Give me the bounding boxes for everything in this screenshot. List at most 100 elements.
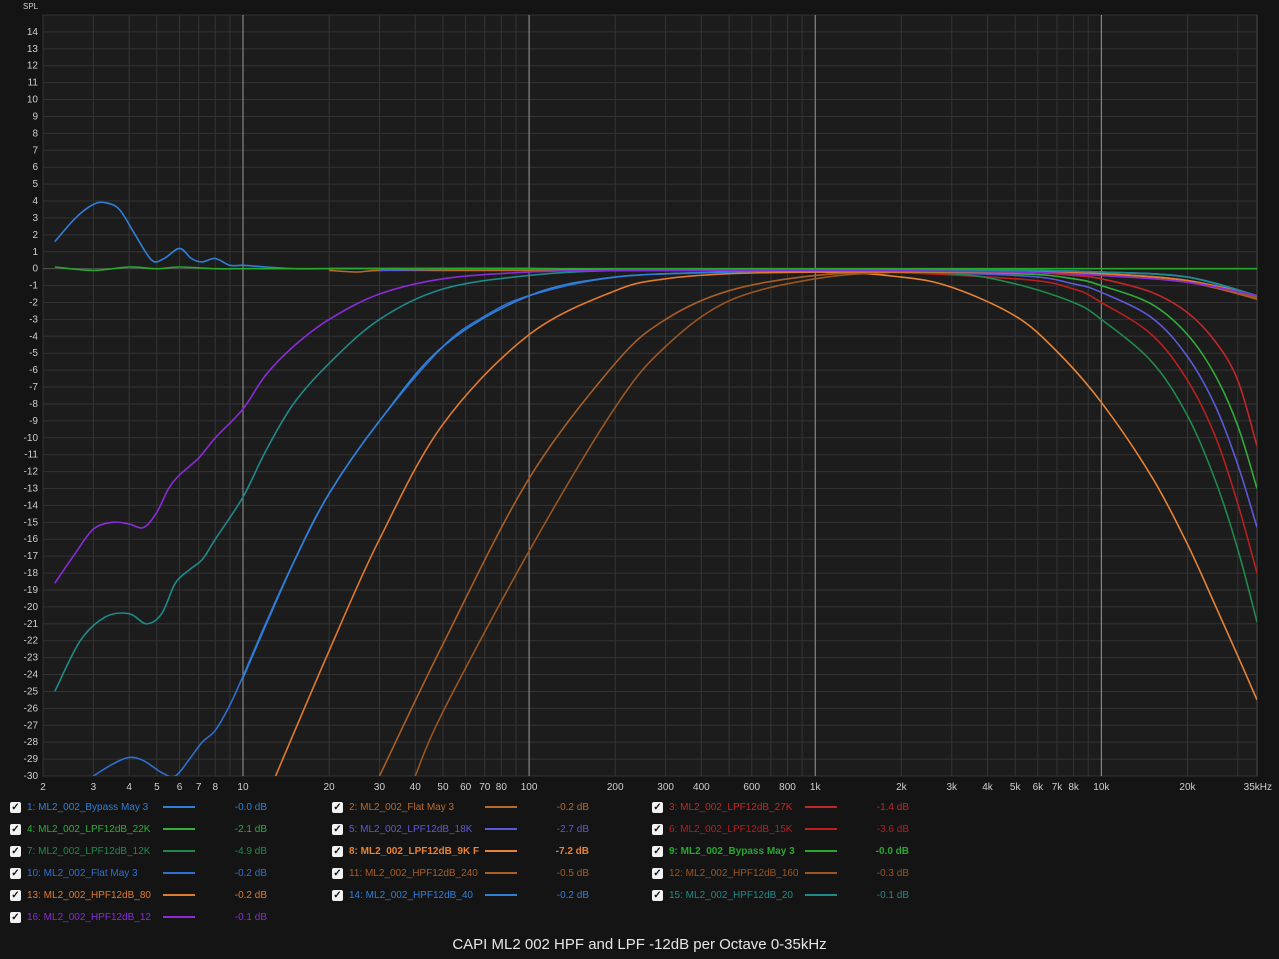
y-tick-label: -13 <box>24 484 39 495</box>
x-tick-label: 7 <box>196 782 202 793</box>
legend-line-swatch <box>805 806 837 808</box>
legend-checkbox[interactable]: ✓ <box>652 889 663 901</box>
x-tick-label: 70 <box>479 782 491 793</box>
y-tick-label: 2 <box>32 230 38 241</box>
y-tick-label: 4 <box>32 196 38 207</box>
legend-line-swatch <box>805 850 837 852</box>
legend-item-4[interactable]: ✓ 4: ML2_002_LPF12dB_22K -2.1 dB <box>10 819 267 839</box>
y-tick-label: -15 <box>24 517 39 528</box>
legend-item-10[interactable]: ✓ 10: ML2_002_Flat May 3 -0.2 dB <box>10 863 267 883</box>
y-tick-label: -26 <box>24 703 39 714</box>
legend-item-1[interactable]: ✓ 1: ML2_002_Bypass May 3 -0.0 dB <box>10 797 267 817</box>
x-tick-label: 30 <box>374 782 386 793</box>
legend-item-12[interactable]: ✓ 12: ML2_002_HPF12dB_160 -0.3 dB <box>652 863 909 883</box>
legend-item-2[interactable]: ✓ 2: ML2_002_Flat May 3 -0.2 dB <box>332 797 589 817</box>
legend-checkbox[interactable]: ✓ <box>332 823 343 835</box>
y-tick-label: 5 <box>32 179 38 190</box>
legend-checkbox[interactable]: ✓ <box>332 889 343 901</box>
y-tick-label: -17 <box>24 551 39 562</box>
legend-value: -3.6 dB <box>876 823 909 835</box>
legend-checkbox[interactable]: ✓ <box>10 867 21 879</box>
x-tick-label: 600 <box>743 782 760 793</box>
y-tick-label: -27 <box>24 720 39 731</box>
y-tick-label: -23 <box>24 653 39 664</box>
x-tick-label: 4 <box>126 782 132 793</box>
y-tick-label: -8 <box>29 399 38 410</box>
legend-checkbox[interactable]: ✓ <box>652 823 663 835</box>
legend-item-14[interactable]: ✓ 14: ML2_002_HPF12dB_40 -0.2 dB <box>332 885 589 905</box>
legend-line-swatch <box>163 828 195 830</box>
legend-item-6[interactable]: ✓ 6: ML2_002_LPF12dB_15K -3.6 dB <box>652 819 909 839</box>
x-tick-label: 20k <box>1179 782 1196 793</box>
legend-item-13[interactable]: ✓ 13: ML2_002_HPF12dB_80 -0.2 dB <box>10 885 267 905</box>
legend-line-swatch <box>163 894 195 896</box>
legend-series-name: 7: ML2_002_LPF12dB_12K <box>27 845 151 857</box>
legend-value: -0.3 dB <box>876 867 909 879</box>
chart-title: CAPI ML2 002 HPF and LPF -12dB per Octav… <box>452 936 827 953</box>
legend-value: -0.0 dB <box>234 801 267 813</box>
legend-value: -0.2 dB <box>556 889 589 901</box>
y-tick-label: -6 <box>29 365 38 376</box>
legend-item-11[interactable]: ✓ 11: ML2_002_HPF12dB_240 -0.5 dB <box>332 863 589 883</box>
y-tick-label: 10 <box>27 95 39 106</box>
legend-series-name: 12: ML2_002_HPF12dB_160 <box>669 867 799 879</box>
y-tick-label: -19 <box>24 585 39 596</box>
legend-checkbox[interactable]: ✓ <box>332 845 343 857</box>
x-tick-label: 2k <box>896 782 908 793</box>
legend-item-15[interactable]: ✓ 15: ML2_002_HPF12dB_20 -0.1 dB <box>652 885 909 905</box>
y-tick-label: 12 <box>27 61 39 72</box>
y-tick-label: -12 <box>24 467 39 478</box>
legend-series-name: 2: ML2_002_Flat May 3 <box>349 801 455 813</box>
x-tick-label: 3 <box>91 782 97 793</box>
legend-item-7[interactable]: ✓ 7: ML2_002_LPF12dB_12K -4.9 dB <box>10 841 267 861</box>
legend-checkbox[interactable]: ✓ <box>10 845 21 857</box>
y-tick-label: -30 <box>24 771 39 782</box>
legend-checkbox[interactable]: ✓ <box>652 867 663 879</box>
legend-checkbox[interactable]: ✓ <box>652 801 663 813</box>
legend-checkbox[interactable]: ✓ <box>10 889 21 901</box>
y-tick-label: 9 <box>32 111 38 122</box>
legend-item-3[interactable]: ✓ 3: ML2_002_LPF12dB_27K -1.4 dB <box>652 797 909 817</box>
y-tick-label: -25 <box>24 686 39 697</box>
y-tick-label: 3 <box>32 213 38 224</box>
legend-checkbox[interactable]: ✓ <box>332 867 343 879</box>
legend-checkbox[interactable]: ✓ <box>332 801 343 813</box>
legend-checkbox[interactable]: ✓ <box>10 911 21 923</box>
legend-series-name: 5: ML2_002_LPF12dB_18K <box>349 823 473 835</box>
plot-area <box>42 14 1258 777</box>
legend-line-swatch <box>163 872 195 874</box>
y-tick-label: -9 <box>29 416 38 427</box>
legend-line-swatch <box>163 850 195 852</box>
legend-series-name: 9: ML2_002_Bypass May 3 <box>669 845 795 857</box>
legend-series-name: 6: ML2_002_LPF12dB_15K <box>669 823 793 835</box>
y-tick-label: 7 <box>32 145 38 156</box>
legend-series-name: 16: ML2_002_HPF12dB_12 <box>27 911 151 923</box>
x-tick-label: 60 <box>460 782 472 793</box>
legend-value: -2.1 dB <box>234 823 267 835</box>
y-tick-label: -3 <box>29 314 38 325</box>
legend-checkbox[interactable]: ✓ <box>10 823 21 835</box>
x-tick-label: 8k <box>1068 782 1080 793</box>
x-tick-label: 200 <box>607 782 624 793</box>
legend-value: -0.0 dB <box>875 845 909 857</box>
legend-series-name: 13: ML2_002_HPF12dB_80 <box>27 889 151 901</box>
legend-value: -0.2 dB <box>234 867 267 879</box>
legend-line-swatch <box>485 850 517 852</box>
legend-line-swatch <box>485 872 517 874</box>
legend-item-16[interactable]: ✓ 16: ML2_002_HPF12dB_12 -0.1 dB <box>10 907 267 927</box>
legend-checkbox[interactable]: ✓ <box>10 801 21 813</box>
y-tick-label: -10 <box>24 433 39 444</box>
legend-checkbox[interactable]: ✓ <box>652 845 663 857</box>
y-tick-label: 8 <box>32 128 38 139</box>
legend-series-name: 8: ML2_002_LPF12dB_9K F <box>349 845 479 857</box>
legend-item-5[interactable]: ✓ 5: ML2_002_LPF12dB_18K -2.7 dB <box>332 819 589 839</box>
y-tick-label: -29 <box>24 754 39 765</box>
legend-line-swatch <box>163 916 195 918</box>
y-tick-label: -2 <box>29 297 38 308</box>
legend-line-swatch <box>485 806 517 808</box>
y-tick-label: 13 <box>27 44 39 55</box>
frequency-response-plot: SPL 14131211109876543210-1-2-3-4-5-6-7-8… <box>0 0 1279 797</box>
y-tick-label: 1 <box>32 247 38 258</box>
legend-item-9[interactable]: ✓ 9: ML2_002_Bypass May 3 -0.0 dB <box>652 841 909 861</box>
legend-item-8[interactable]: ✓ 8: ML2_002_LPF12dB_9K F -7.2 dB <box>332 841 589 861</box>
